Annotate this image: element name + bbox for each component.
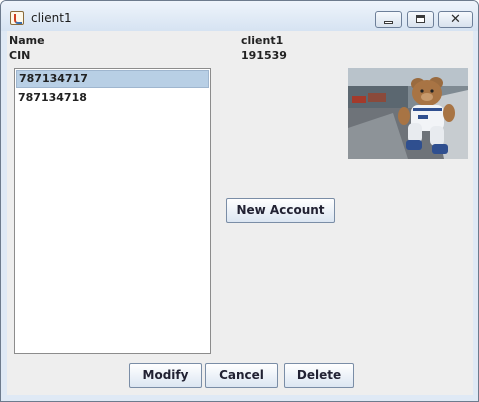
minimize-icon: [384, 21, 393, 24]
name-value: client1: [241, 34, 284, 47]
minimize-button[interactable]: [375, 11, 402, 28]
cin-value: 191539: [241, 49, 287, 62]
close-icon: ✕: [450, 12, 461, 27]
cin-label: CIN: [9, 49, 31, 62]
new-account-button[interactable]: New Account: [226, 198, 335, 223]
delete-button[interactable]: Delete: [284, 363, 354, 388]
maximize-icon: [416, 15, 425, 23]
client-photo: [348, 68, 468, 159]
close-button[interactable]: ✕: [438, 11, 473, 28]
content-panel: Name client1 CIN 191539 787134717 787134…: [7, 31, 473, 395]
account-list[interactable]: 787134717 787134718: [14, 68, 211, 354]
modify-button[interactable]: Modify: [129, 363, 202, 388]
cancel-button[interactable]: Cancel: [205, 363, 278, 388]
java-app-icon: [10, 11, 24, 25]
teddy-bear-photo: [348, 68, 468, 159]
client-window: client1 ✕ Name client1 CIN 191539 787134…: [0, 0, 479, 402]
name-label: Name: [9, 34, 45, 47]
list-item[interactable]: 787134718: [16, 89, 209, 106]
window-title: client1: [31, 11, 72, 25]
title-bar[interactable]: client1 ✕: [1, 1, 478, 31]
list-item-selected[interactable]: 787134717: [16, 70, 209, 88]
maximize-button[interactable]: [407, 11, 434, 28]
